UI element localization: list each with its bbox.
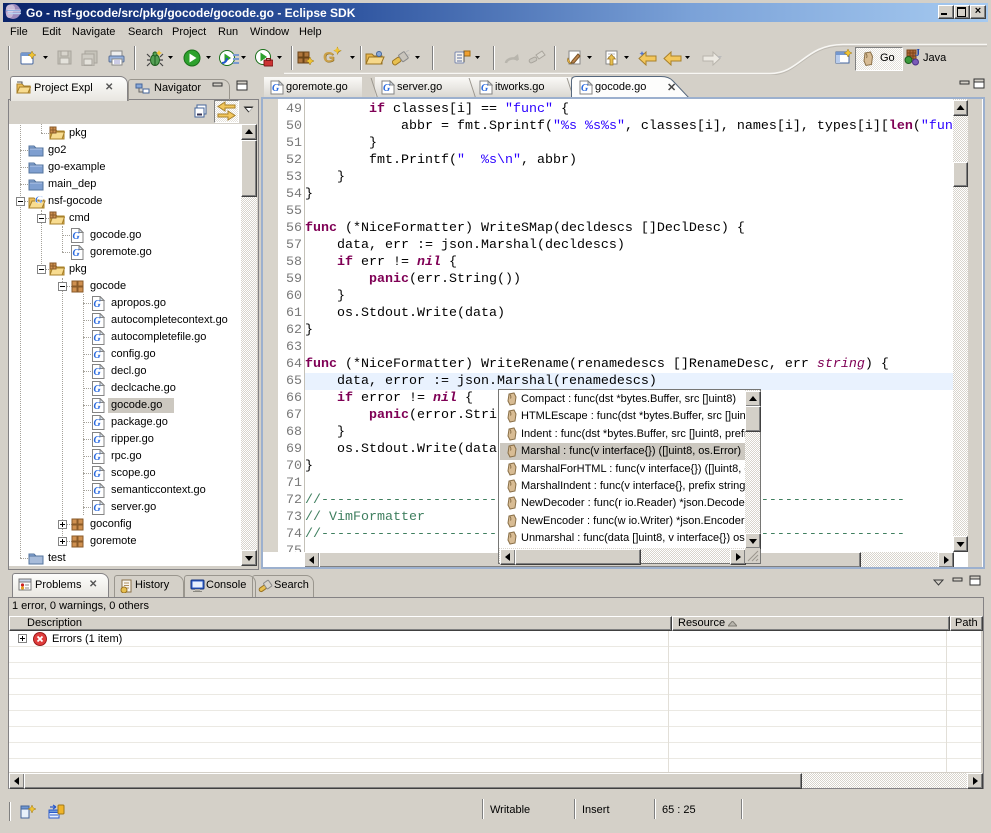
svg-text:G: G bbox=[94, 316, 102, 327]
svg-text:G: G bbox=[481, 83, 489, 94]
svg-text:G: G bbox=[73, 231, 81, 242]
svg-text:G: G bbox=[94, 418, 102, 429]
svg-text:G: G bbox=[94, 452, 102, 463]
svg-text:G: G bbox=[35, 194, 43, 206]
svg-text:G: G bbox=[94, 469, 102, 480]
svg-text:G: G bbox=[94, 333, 102, 344]
svg-text:G: G bbox=[94, 486, 102, 497]
svg-text:G: G bbox=[73, 248, 81, 259]
svg-text:J: J bbox=[915, 48, 920, 59]
svg-text:G: G bbox=[94, 401, 102, 412]
svg-text:G: G bbox=[272, 83, 280, 94]
svg-text:G: G bbox=[94, 350, 102, 361]
svg-text:G: G bbox=[94, 503, 102, 514]
svg-text:G: G bbox=[94, 435, 102, 446]
svg-text:G: G bbox=[94, 299, 102, 310]
svg-text:G: G bbox=[581, 83, 589, 94]
svg-text:G: G bbox=[94, 367, 102, 378]
svg-text:G: G bbox=[383, 83, 391, 94]
svg-text:G: G bbox=[94, 384, 102, 395]
